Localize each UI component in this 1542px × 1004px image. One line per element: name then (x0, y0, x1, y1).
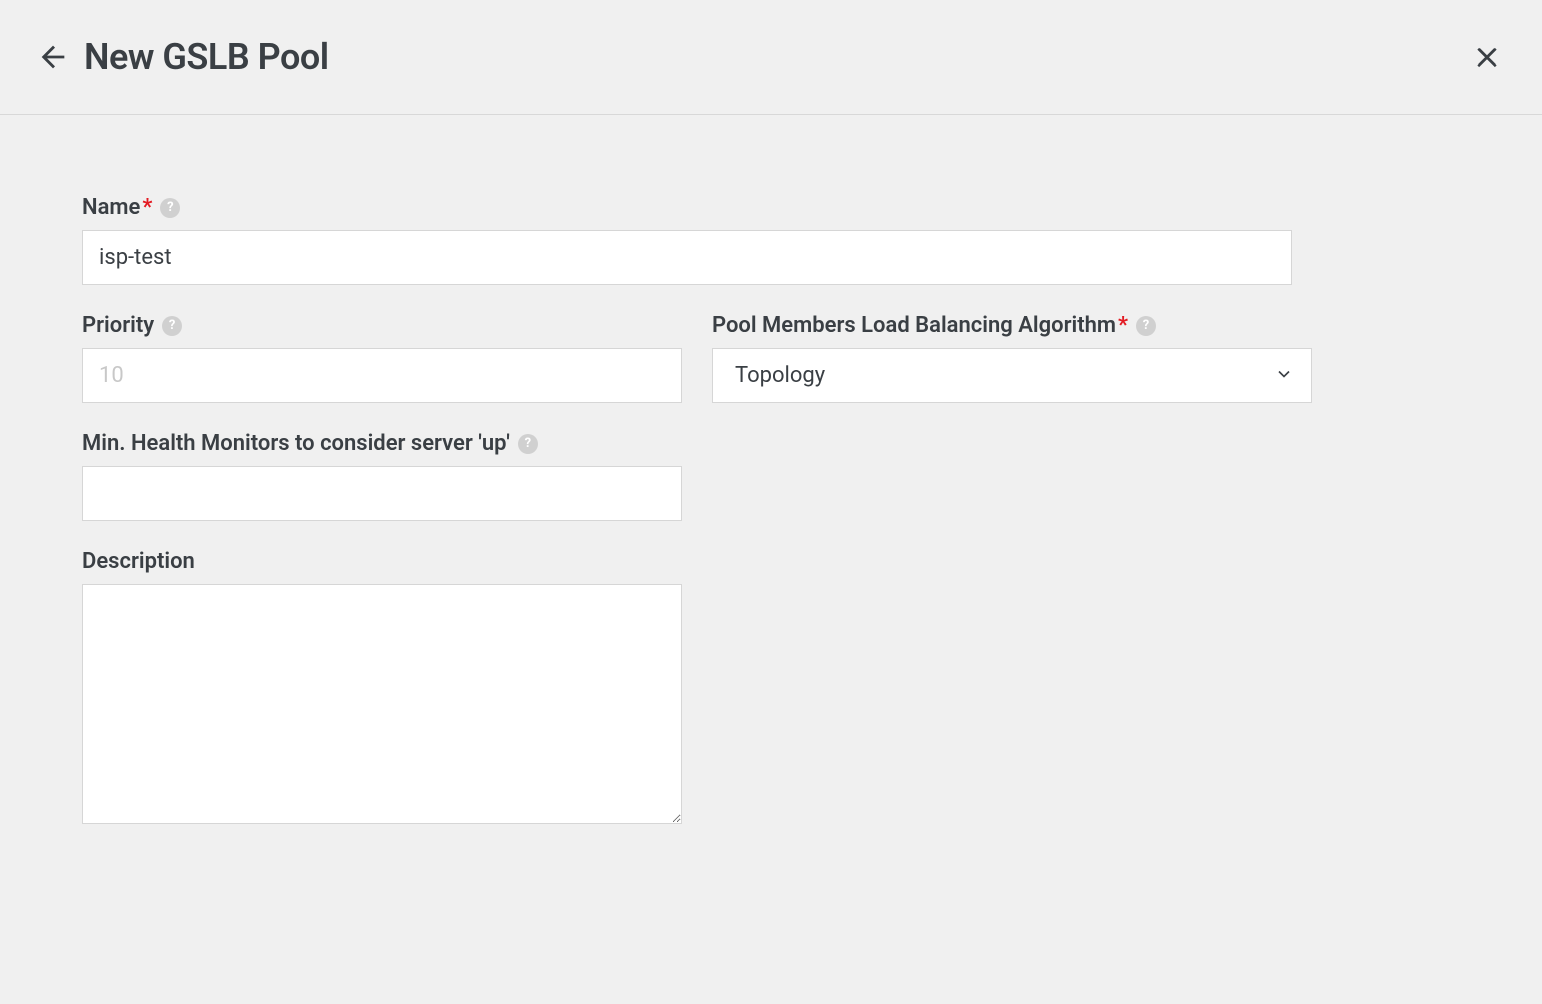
min-monitors-label: Min. Health Monitors to consider server … (82, 431, 682, 456)
name-label-text: Name (82, 195, 140, 220)
page-header: New GSLB Pool (0, 0, 1542, 115)
description-label: Description (82, 549, 682, 574)
min-monitors-field-group: Min. Health Monitors to consider server … (82, 431, 682, 521)
name-field-group: Name* ? (82, 195, 1292, 285)
help-icon[interactable]: ? (1136, 316, 1156, 336)
help-icon[interactable]: ? (162, 316, 182, 336)
priority-label-text: Priority (82, 313, 154, 338)
help-icon[interactable]: ? (160, 198, 180, 218)
min-monitors-label-text: Min. Health Monitors to consider server … (82, 431, 510, 456)
description-field-group: Description (82, 549, 682, 824)
algorithm-label-text: Pool Members Load Balancing Algorithm (712, 313, 1116, 338)
description-textarea[interactable] (82, 584, 682, 824)
name-input[interactable] (82, 230, 1292, 285)
name-label: Name* ? (82, 195, 1292, 220)
back-arrow-icon[interactable] (36, 40, 70, 74)
algorithm-select[interactable]: Topology (712, 348, 1312, 403)
algorithm-selected-value: Topology (735, 363, 825, 388)
help-icon[interactable]: ? (518, 434, 538, 454)
algorithm-field-group: Pool Members Load Balancing Algorithm* ?… (712, 313, 1312, 403)
priority-input[interactable] (82, 348, 682, 403)
required-asterisk-icon: * (1118, 313, 1128, 338)
required-asterisk-icon: * (142, 195, 152, 220)
page-title: New GSLB Pool (84, 36, 329, 78)
priority-label: Priority ? (82, 313, 682, 338)
min-monitors-input[interactable] (82, 466, 682, 521)
algorithm-label: Pool Members Load Balancing Algorithm* ? (712, 313, 1312, 338)
header-left: New GSLB Pool (36, 36, 329, 78)
priority-field-group: Priority ? (82, 313, 682, 403)
description-label-text: Description (82, 549, 195, 574)
close-icon[interactable] (1472, 42, 1502, 72)
form-body: Name* ? Priority ? Pool Members Load Bal… (0, 115, 1542, 892)
